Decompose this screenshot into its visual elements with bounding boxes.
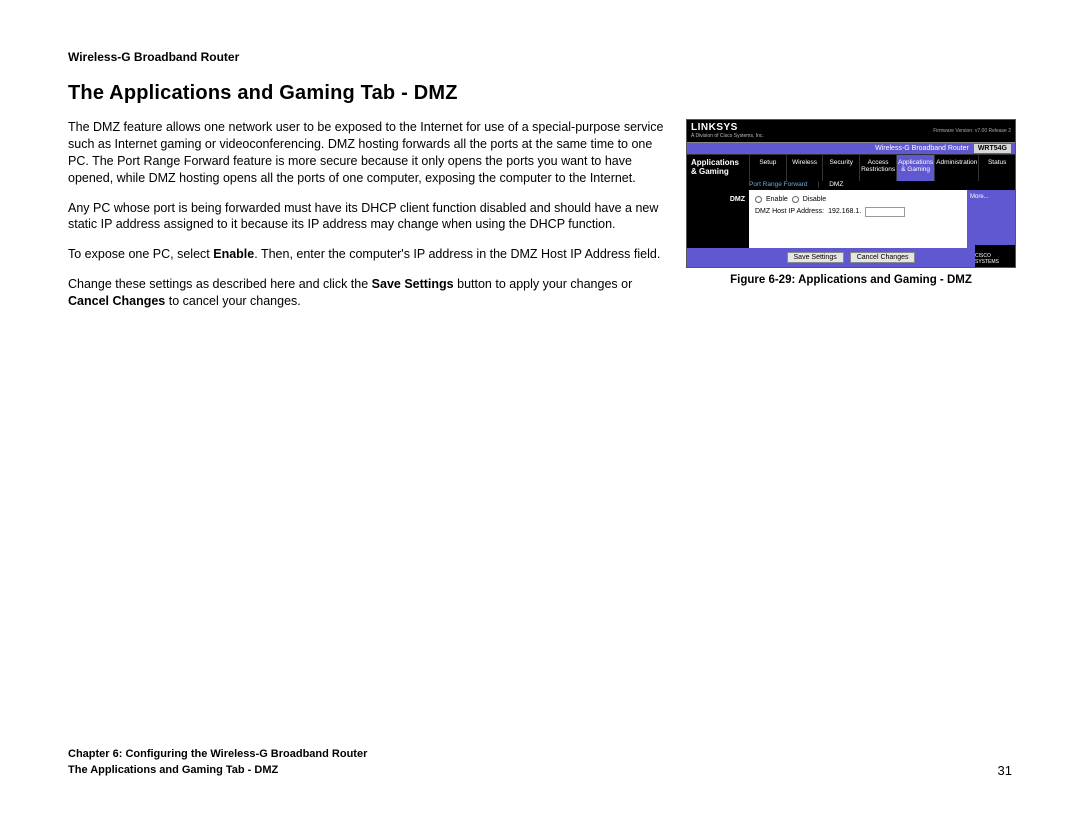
figure-column: LINKSYS A Division of Cisco Systems, Inc… — [686, 119, 1016, 323]
tab-status[interactable]: Status — [978, 155, 1015, 181]
subtab-port-range-forward[interactable]: Port Range Forward — [749, 181, 808, 188]
body-main: Enable Disable DMZ Host IP Address: 192.… — [749, 190, 967, 248]
page-footer: Chapter 6: Configuring the Wireless-G Br… — [68, 747, 1012, 778]
router-footer-wrap: Save Settings Cancel Changes CISCO SYSTE… — [687, 248, 1015, 267]
p4-bold-save: Save Settings — [372, 277, 454, 291]
router-ui-screenshot: LINKSYS A Division of Cisco Systems, Inc… — [686, 119, 1016, 268]
cancel-changes-button[interactable]: Cancel Changes — [850, 252, 916, 263]
tab-bar: Applications & Gaming Setup Wireless Sec… — [687, 155, 1015, 181]
paragraph-3: To expose one PC, select Enable. Then, e… — [68, 246, 668, 263]
dmz-host-row: DMZ Host IP Address: 192.168.1. — [755, 207, 961, 217]
tab-security[interactable]: Security — [822, 155, 859, 181]
dmz-host-prefix: 192.168.1. — [828, 208, 861, 215]
tab-administration[interactable]: Administration — [934, 155, 978, 181]
dmz-host-input[interactable] — [865, 207, 905, 217]
paragraph-2: Any PC whose port is being forwarded mus… — [68, 200, 668, 234]
label-enable: Enable — [766, 196, 788, 203]
footer-chapter: Chapter 6: Configuring the Wireless-G Br… — [68, 747, 367, 762]
p3-part-c: . Then, enter the computer's IP address … — [254, 247, 660, 261]
model-title: Wireless-G Broadband Router — [875, 145, 969, 152]
text-column: The DMZ feature allows one network user … — [68, 119, 668, 323]
linksys-sublogo: A Division of Cisco Systems, Inc. — [691, 133, 764, 139]
tab-setup[interactable]: Setup — [749, 155, 786, 181]
figure-caption: Figure 6-29: Applications and Gaming - D… — [686, 274, 1016, 286]
p3-part-a: To expose one PC, select — [68, 247, 213, 261]
p4-part-a: Change these settings as described here … — [68, 277, 372, 291]
subtab-separator: | — [818, 181, 820, 188]
router-topbar: LINKSYS A Division of Cisco Systems, Inc… — [687, 120, 1015, 142]
router-body: DMZ Enable Disable DMZ Host IP Address: … — [687, 190, 1015, 248]
document-page: Wireless-G Broadband Router The Applicat… — [0, 0, 1080, 834]
body-help-side: More... — [967, 190, 1015, 248]
section-title: The Applications and Gaming Tab - DMZ — [68, 82, 1012, 105]
radio-disable[interactable] — [792, 196, 799, 203]
subtab-row: Port Range Forward | DMZ — [687, 181, 1015, 190]
footer-left: Chapter 6: Configuring the Wireless-G Br… — [68, 747, 367, 778]
subtab-dmz[interactable]: DMZ — [829, 181, 843, 188]
tab-access-restrictions[interactable]: Access Restrictions — [859, 155, 896, 181]
router-logo-block: LINKSYS A Division of Cisco Systems, Inc… — [691, 123, 764, 139]
cisco-badge: CISCO SYSTEMS — [975, 245, 1015, 267]
paragraph-1: The DMZ feature allows one network user … — [68, 119, 668, 187]
p4-bold-cancel: Cancel Changes — [68, 294, 165, 308]
button-row: Save Settings Cancel Changes — [687, 248, 1015, 267]
model-number: WRT54G — [974, 144, 1011, 153]
tab-applications-gaming[interactable]: Applications & Gaming — [896, 155, 934, 181]
product-header: Wireless-G Broadband Router — [68, 50, 1012, 64]
paragraph-4: Change these settings as described here … — [68, 276, 668, 310]
label-disable: Disable — [803, 196, 826, 203]
model-bar: Wireless-G Broadband Router WRT54G — [687, 142, 1015, 155]
page-number: 31 — [998, 763, 1012, 778]
tabs: Setup Wireless Security Access Restricti… — [749, 155, 1015, 181]
dmz-host-label: DMZ Host IP Address: — [755, 208, 824, 215]
content-row: The DMZ feature allows one network user … — [68, 119, 1012, 323]
more-link[interactable]: More... — [970, 194, 989, 200]
linksys-logo: LINKSYS — [691, 123, 764, 133]
footer-section: The Applications and Gaming Tab - DMZ — [68, 763, 367, 778]
enable-disable-row: Enable Disable — [755, 196, 961, 203]
p3-bold-enable: Enable — [213, 247, 254, 261]
body-side-label: DMZ — [687, 190, 749, 248]
p4-part-e: to cancel your changes. — [165, 294, 301, 308]
firmware-label: Firmware Version: v7.00 Release 2 — [933, 128, 1011, 134]
save-settings-button[interactable]: Save Settings — [787, 252, 844, 263]
radio-enable[interactable] — [755, 196, 762, 203]
p4-part-c: button to apply your changes or — [454, 277, 633, 291]
tab-sidelabel: Applications & Gaming — [687, 155, 749, 181]
tab-wireless[interactable]: Wireless — [786, 155, 823, 181]
